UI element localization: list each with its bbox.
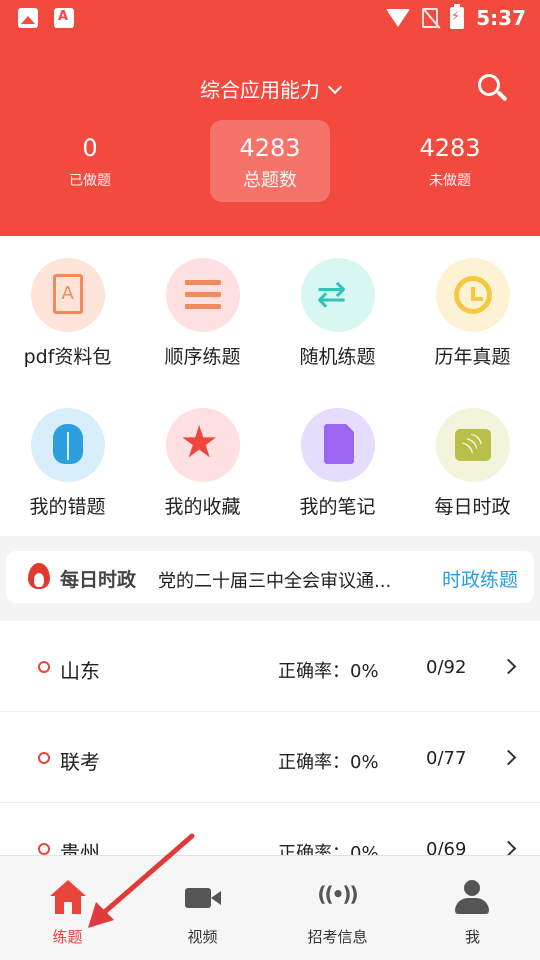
list-item[interactable]: 山东 正确率：0% 0/92 (0, 621, 540, 712)
home-icon (50, 880, 86, 914)
stat-total[interactable]: 4283 总题数 (210, 120, 330, 202)
feature-random[interactable]: ⇄ 随机练题 (270, 258, 405, 369)
chevron-right-icon (500, 658, 517, 675)
news-practice-link[interactable]: 时政练题 (442, 565, 518, 592)
tab-label: 招考信息 (307, 928, 368, 946)
history-icon (453, 276, 492, 314)
feature-label: 我的错题 (29, 496, 106, 518)
circle-bullet-icon (38, 752, 50, 764)
region-name: 贵州 (60, 841, 100, 855)
feature-label: 随机练题 (299, 346, 376, 368)
note-icon (323, 423, 355, 464)
circle-bullet-icon (38, 843, 50, 855)
tab-label: 练题 (52, 928, 83, 946)
stat-undone[interactable]: 4283 未做题 (390, 120, 510, 202)
progress-count: 0/92 (426, 657, 467, 678)
no-sim-icon (422, 8, 439, 28)
feature-label: 历年真题 (434, 346, 511, 368)
tab-video[interactable]: 视频 (135, 856, 270, 960)
battery-charging-icon (450, 4, 465, 29)
feature-label: 我的笔记 (299, 496, 376, 518)
region-name: 联考 (60, 750, 100, 774)
accuracy-rate: 正确率：0% (278, 752, 379, 773)
chevron-right-icon (500, 749, 517, 766)
tab-label: 我 (464, 928, 480, 946)
feature-past-exams[interactable]: 历年真题 (405, 258, 540, 369)
feature-sequential[interactable]: 顺序练题 (135, 258, 270, 369)
region-name: 山东 (60, 659, 100, 683)
subject-title: 综合应用能力 (200, 78, 320, 102)
stat-undone-value: 4283 (419, 134, 481, 162)
accuracy-rate: 正确率：0% (278, 843, 379, 855)
gallery-notification-icon (18, 8, 38, 28)
wifi-icon (386, 9, 411, 27)
bottom-nav: 练题 视频 ((•)) 招考信息 我 (0, 855, 540, 960)
feature-favorites[interactable]: ★ 我的收藏 (135, 408, 270, 519)
search-icon[interactable] (478, 74, 508, 102)
stat-total-value: 4283 (239, 134, 301, 162)
app-notification-icon: A (54, 8, 74, 28)
feature-grid: pdf资料包 顺序练题 ⇄ 随机练题 历年真题 我的错题 ★ 我的收藏 我的笔记… (0, 236, 540, 536)
header: A 5:37 综合应用能力 0 已做题 4283 总题数 4283 未做题 (0, 0, 540, 236)
feature-label: pdf资料包 (23, 346, 112, 368)
signal-icon: ((•)) (317, 882, 358, 906)
feature-label: 顺序练题 (164, 346, 241, 368)
tab-label: 视频 (187, 928, 218, 946)
feature-wrong-questions[interactable]: 我的错题 (0, 408, 135, 519)
star-icon: ★ (179, 417, 219, 468)
news-headline[interactable]: 党的二十届三中全会审议通... (158, 567, 418, 593)
shuffle-icon: ⇄ (316, 274, 347, 315)
feature-pdf[interactable]: pdf资料包 (0, 258, 135, 369)
tab-practice[interactable]: 练题 (0, 856, 135, 960)
status-time: 5:37 (476, 6, 526, 30)
stat-done[interactable]: 0 已做题 (30, 120, 150, 202)
person-icon (455, 880, 489, 916)
rss-icon (454, 429, 491, 461)
status-bar: A 5:37 (0, 0, 540, 36)
flame-icon (28, 563, 50, 589)
tab-recruitment-info[interactable]: ((•)) 招考信息 (270, 856, 405, 960)
video-icon (185, 888, 221, 908)
feature-daily-politics[interactable]: 每日时政 (405, 408, 540, 519)
stat-done-value: 0 (82, 134, 98, 162)
progress-count: 0/69 (426, 839, 467, 855)
list-icon (184, 280, 221, 310)
stat-done-label: 已做题 (69, 173, 111, 189)
chevron-right-icon (500, 840, 517, 855)
chevron-down-icon (327, 79, 343, 95)
daily-news-bar[interactable]: 每日时政 党的二十届三中全会审议通... 时政练题 (6, 551, 534, 603)
list-item[interactable]: 贵州 正确率：0% 0/69 (0, 803, 540, 855)
feature-label: 每日时政 (434, 496, 511, 518)
pdf-icon (52, 274, 83, 314)
circle-bullet-icon (38, 661, 50, 673)
news-title: 每日时政 (60, 569, 137, 591)
stat-total-label: 总题数 (243, 170, 297, 191)
bug-icon (52, 424, 83, 464)
list-item[interactable]: 联考 正确率：0% 0/77 (0, 712, 540, 803)
accuracy-rate: 正确率：0% (278, 661, 379, 682)
progress-count: 0/77 (426, 748, 467, 769)
region-list: 山东 正确率：0% 0/92 联考 正确率：0% 0/77 贵州 正确率：0% … (0, 621, 540, 855)
feature-notes[interactable]: 我的笔记 (270, 408, 405, 519)
stat-undone-label: 未做题 (429, 173, 471, 189)
subject-selector[interactable]: 综合应用能力 (0, 74, 540, 103)
feature-label: 我的收藏 (164, 496, 241, 518)
tab-me[interactable]: 我 (405, 856, 540, 960)
